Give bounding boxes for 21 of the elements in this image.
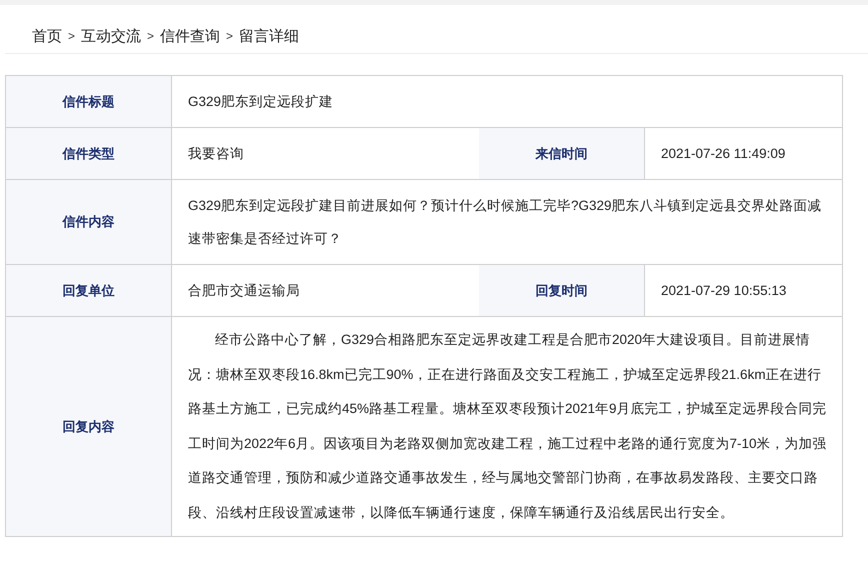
field-label: 信件类型 (6, 128, 172, 179)
field-label: 回复单位 (6, 265, 172, 316)
field-value: G329肥东到定远段扩建 (188, 93, 334, 111)
field-value: 2021-07-26 11:49:09 (661, 145, 786, 163)
breadcrumb-link[interactable]: 信件查询 (160, 26, 220, 46)
breadcrumb-separator: > (147, 29, 154, 43)
breadcrumb-link[interactable]: 互动交流 (81, 26, 142, 46)
field-label: 来信时间 (479, 128, 645, 179)
field-value: 我要咨询 (188, 145, 244, 163)
breadcrumb-separator: > (226, 29, 234, 43)
field-label: 信件内容 (6, 180, 172, 264)
field-label: 回复时间 (479, 265, 645, 316)
breadcrumb-current: 留言详细 (239, 26, 300, 46)
breadcrumb-separator: > (68, 29, 76, 43)
field-label: 回复内容 (6, 317, 172, 536)
field-value: 合肥市交通运输局 (188, 282, 300, 300)
field-label: 信件标题 (6, 76, 172, 127)
field-value: G329肥东到定远段扩建目前进展如何？预计什么时候施工完毕?G329肥东八斗镇到定远县交界处路面减速带密集是否经过许可？ (188, 197, 823, 248)
field-value: 2021-07-29 10:55:13 (661, 282, 786, 300)
breadcrumb-link[interactable]: 首页 (32, 26, 62, 46)
field-value: 经市公路中心了解，G329合相路肥东至定远界改建工程是合肥市2020年大建设项目。目前进展情况：塘林至双枣段16.8km已完工90%，正在进行路面及交安工程施工，护城至定远界段21.6km正在进行路基土方施工，已完成约45%路基工程量。塘林至双枣段预计2021年9月底完工，护城至定远界段合同完工时间为2022年6月。因该项目为老路双侧加宽改建工程，施工过程中老路的通行宽度为7-10米，为加强道路交通管理，预防和减少道路交通事故发生，经与属地交警部门协商，在事故易发路段、主要交口路段、沿线村庄段设置减速带，以降低车辆通行速度，保障车辆通行及沿线居民出行安全。 (188, 331, 828, 522)
